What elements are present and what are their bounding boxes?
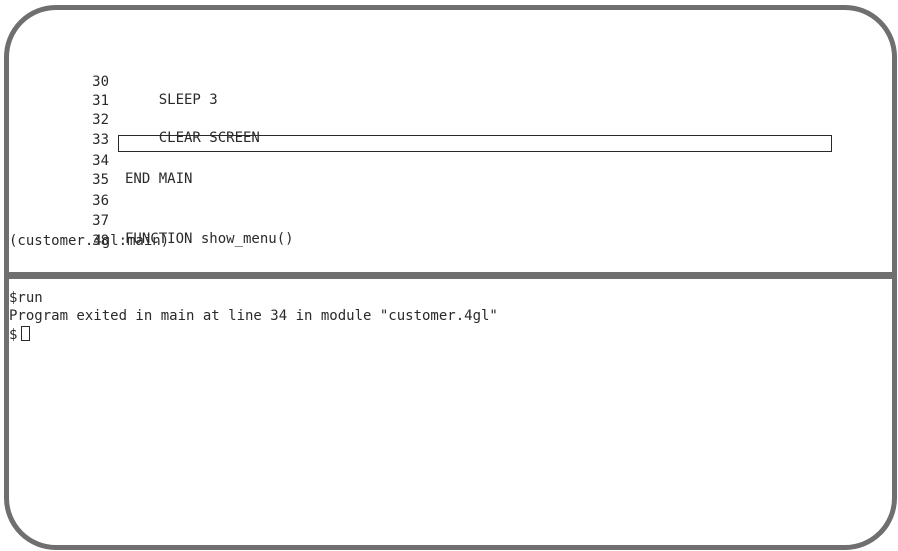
source-pane: 30 SLEEP 3 31 32 CLEAR SCREEN 33 34 END …	[9, 10, 892, 272]
command-prompt-line[interactable]: $	[9, 326, 31, 344]
command-output-line: Program exited in main at line 34 in mod…	[9, 308, 498, 324]
command-history-line: $run	[9, 290, 43, 306]
source-line: 35	[9, 153, 892, 188]
debugger-screen: 30 SLEEP 3 31 32 CLEAR SCREEN 33 34 END …	[4, 5, 897, 550]
source-line: 38	[9, 214, 892, 249]
source-line: 31	[9, 74, 892, 109]
source-line: 30 SLEEP 3	[9, 55, 892, 108]
source-line: 36	[9, 174, 892, 209]
prompt-symbol: $	[9, 327, 18, 343]
command-pane[interactable]: $run Program exited in main at line 34 i…	[9, 279, 892, 545]
source-line: 32 CLEAR SCREEN	[9, 93, 892, 146]
module-context-label: (customer.4gl:main)	[9, 233, 170, 249]
text-cursor	[21, 326, 31, 341]
pane-divider[interactable]	[9, 272, 892, 279]
source-line: 37 FUNCTION show_menu()	[9, 194, 892, 247]
source-line-current[interactable]: 34 END MAIN	[9, 134, 892, 187]
source-line: 33	[9, 113, 892, 148]
